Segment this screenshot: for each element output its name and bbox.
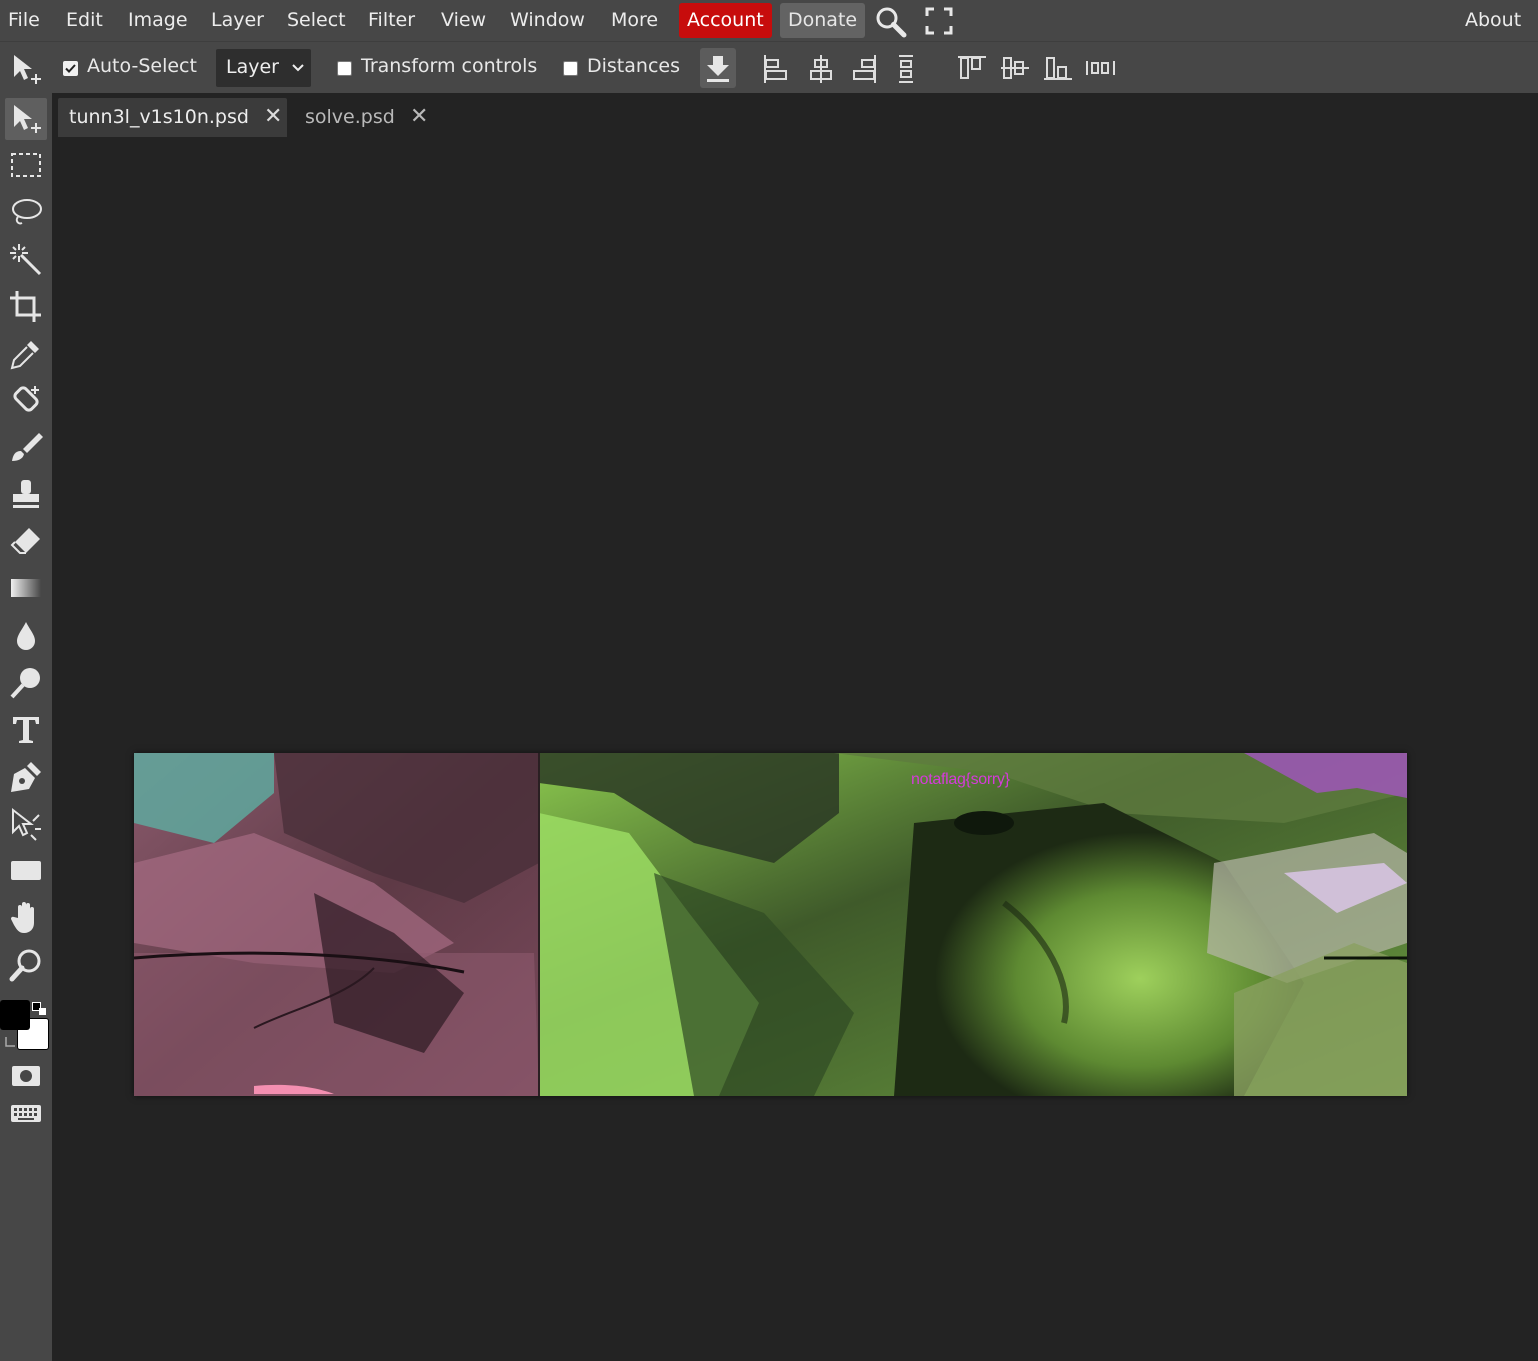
tool-lasso[interactable]	[5, 192, 47, 234]
eyedropper-icon	[10, 341, 39, 370]
default-colors-bg-mini	[39, 1008, 46, 1015]
donate-button[interactable]: Donate	[780, 3, 866, 38]
keyboard-icon	[11, 1105, 41, 1122]
close-icon[interactable]: ✕	[264, 98, 282, 136]
document-canvas[interactable]: notaflag{sorry}	[134, 753, 1407, 1096]
marquee-icon	[11, 153, 41, 177]
dodge-icon	[10, 668, 40, 699]
menu-bar: File Edit Image Layer Select Filter View…	[0, 0, 1538, 41]
account-button[interactable]: Account	[679, 3, 772, 38]
foreground-color-swatch[interactable]	[0, 1000, 30, 1030]
tool-magic-wand[interactable]	[5, 239, 47, 281]
eraser-icon	[10, 528, 40, 554]
gradient-icon	[11, 579, 41, 597]
download-button[interactable]	[700, 48, 736, 88]
zoom-icon	[9, 949, 41, 982]
menu-layer[interactable]: Layer	[203, 0, 272, 41]
transform-controls-checkbox[interactable]	[337, 61, 352, 76]
tool-stamp[interactable]	[5, 474, 47, 516]
tab-tunn3l[interactable]: tunn3l_v1s10n.psd ✕	[58, 98, 287, 137]
healing-icon	[13, 386, 39, 412]
crop-icon	[10, 291, 41, 322]
tab-label: tunn3l_v1s10n.psd	[69, 106, 249, 128]
align-bottom-icon[interactable]	[1043, 54, 1073, 82]
tool-pen[interactable]	[5, 756, 47, 798]
tool-marquee[interactable]	[5, 145, 47, 187]
tool-brush[interactable]	[5, 427, 47, 469]
magic-wand-icon	[10, 244, 42, 276]
blur-icon	[17, 622, 35, 650]
distances-checkbox[interactable]	[563, 61, 578, 76]
search-icon[interactable]	[874, 5, 908, 39]
tool-hand[interactable]	[5, 897, 47, 939]
align-right-icon[interactable]	[852, 54, 878, 84]
distances-label: Distances	[587, 55, 680, 77]
menu-more[interactable]: More	[603, 0, 666, 41]
align-left-icon[interactable]	[762, 54, 788, 84]
rectangle-icon	[11, 861, 41, 880]
fullscreen-icon[interactable]	[925, 7, 953, 35]
tool-keyboard[interactable]	[5, 1093, 47, 1135]
options-bar: Auto-Select Layer Transform controls Dis…	[0, 41, 1538, 93]
canvas-image	[134, 753, 1407, 1096]
tool-text[interactable]	[5, 709, 47, 751]
auto-select-target-select[interactable]: Layer	[216, 49, 311, 87]
move-icon	[14, 105, 41, 133]
tool-healing[interactable]	[5, 380, 47, 422]
menu-view[interactable]: View	[433, 0, 494, 41]
tool-move[interactable]	[5, 98, 47, 140]
lasso-icon	[12, 199, 42, 225]
tab-solve[interactable]: solve.psd ✕	[294, 98, 444, 137]
quick-mask-icon	[12, 1066, 40, 1086]
auto-select-checkbox[interactable]	[63, 61, 78, 76]
tools-panel	[0, 93, 52, 1361]
auto-select-label: Auto-Select	[87, 55, 197, 77]
chevron-down-icon	[292, 64, 304, 72]
menu-edit[interactable]: Edit	[58, 0, 111, 41]
transform-controls-label: Transform controls	[361, 55, 538, 77]
tab-label: solve.psd	[305, 106, 395, 128]
distribute-vertical-icon[interactable]	[895, 54, 917, 84]
move-tool-indicator-icon	[10, 52, 44, 86]
hand-icon	[10, 902, 34, 933]
tool-dodge[interactable]	[5, 662, 47, 704]
tool-quick-mask[interactable]	[5, 1055, 47, 1097]
menu-image[interactable]: Image	[120, 0, 196, 41]
brush-icon	[12, 433, 43, 461]
stamp-icon	[13, 480, 39, 508]
tool-blur[interactable]	[5, 615, 47, 657]
tool-gradient[interactable]	[5, 568, 47, 610]
menu-about[interactable]: About	[1457, 0, 1529, 41]
menu-select[interactable]: Select	[279, 0, 354, 41]
tool-rectangle[interactable]	[5, 850, 47, 892]
tool-eraser[interactable]	[5, 521, 47, 563]
text-icon	[13, 717, 39, 743]
path-select-icon	[12, 807, 41, 841]
tool-eyedropper[interactable]	[5, 333, 47, 375]
align-top-icon[interactable]	[957, 54, 987, 82]
tool-crop[interactable]	[5, 286, 47, 328]
document-tabs: tunn3l_v1s10n.psd ✕ solve.psd ✕	[52, 93, 1538, 141]
align-center-h-icon[interactable]	[808, 54, 834, 84]
close-icon[interactable]: ✕	[410, 98, 428, 136]
swap-colors-icon[interactable]	[4, 1036, 16, 1048]
layer-select-value: Layer	[226, 56, 279, 78]
menu-file[interactable]: File	[0, 0, 48, 41]
tool-path-select[interactable]	[5, 803, 47, 845]
distribute-horizontal-icon[interactable]	[1085, 54, 1117, 82]
align-middle-v-icon[interactable]	[1000, 54, 1030, 82]
menu-filter[interactable]: Filter	[360, 0, 423, 41]
menu-window[interactable]: Window	[502, 0, 593, 41]
tool-zoom[interactable]	[5, 944, 47, 986]
canvas-text-layer: notaflag{sorry}	[911, 771, 1010, 788]
download-icon	[707, 56, 729, 82]
pen-icon	[11, 762, 41, 792]
